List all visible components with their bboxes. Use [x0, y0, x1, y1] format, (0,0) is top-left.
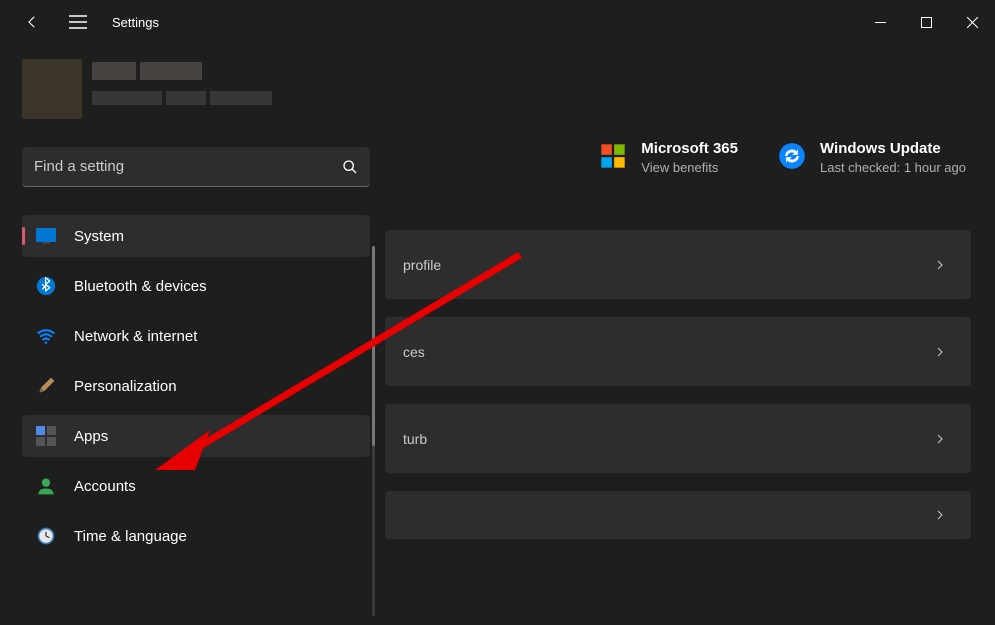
sidebar-item-label: Bluetooth & devices — [74, 278, 207, 295]
search-input[interactable] — [34, 158, 342, 175]
user-info — [22, 59, 252, 119]
menu-button[interactable] — [66, 10, 90, 34]
setting-row-label: turb — [403, 431, 934, 447]
minimize-icon — [875, 17, 886, 28]
user-email — [92, 91, 272, 105]
sidebar: System Bluetooth & devices Network & int… — [22, 215, 370, 557]
content-area: Microsoft 365 View benefits Windows Upda… — [385, 140, 971, 557]
setting-row[interactable]: profile — [385, 230, 971, 299]
wifi-icon — [36, 326, 56, 346]
scrollbar-thumb[interactable] — [372, 246, 375, 446]
chevron-right-icon — [934, 346, 946, 358]
sidebar-item-network[interactable]: Network & internet — [22, 315, 370, 357]
search-container[interactable] — [22, 147, 370, 187]
sidebar-item-label: System — [74, 228, 124, 245]
back-arrow-icon — [23, 13, 41, 31]
paintbrush-icon — [36, 376, 56, 396]
maximize-icon — [921, 17, 932, 28]
user-avatar — [22, 59, 82, 119]
card-subtitle: View benefits — [641, 160, 738, 175]
hamburger-icon — [69, 15, 87, 29]
card-text: Windows Update Last checked: 1 hour ago — [820, 140, 966, 175]
sidebar-item-label: Apps — [74, 428, 108, 445]
windows-update-card[interactable]: Windows Update Last checked: 1 hour ago — [778, 140, 966, 175]
accounts-icon — [36, 476, 56, 496]
maximize-button[interactable] — [903, 0, 949, 44]
user-name — [92, 62, 202, 80]
setting-row[interactable] — [385, 491, 971, 539]
setting-row[interactable]: turb — [385, 404, 971, 473]
setting-row-label: profile — [403, 257, 934, 273]
back-button[interactable] — [20, 10, 44, 34]
setting-row[interactable]: ces — [385, 317, 971, 386]
chevron-right-icon — [934, 433, 946, 445]
close-icon — [967, 17, 978, 28]
titlebar: Settings — [0, 0, 995, 44]
sidebar-scrollbar[interactable] — [372, 246, 375, 616]
window-controls — [857, 0, 995, 44]
card-text: Microsoft 365 View benefits — [641, 140, 738, 175]
sidebar-item-personalization[interactable]: Personalization — [22, 365, 370, 407]
titlebar-left: Settings — [20, 10, 857, 34]
sidebar-item-bluetooth[interactable]: Bluetooth & devices — [22, 265, 370, 307]
sidebar-item-label: Network & internet — [74, 328, 197, 345]
update-icon — [778, 142, 806, 170]
ms365-card[interactable]: Microsoft 365 View benefits — [599, 140, 738, 175]
bluetooth-icon — [36, 276, 56, 296]
sidebar-item-system[interactable]: System — [22, 215, 370, 257]
chevron-right-icon — [934, 509, 946, 521]
minimize-button[interactable] — [857, 0, 903, 44]
chevron-right-icon — [934, 259, 946, 271]
status-cards: Microsoft 365 View benefits Windows Upda… — [385, 140, 971, 175]
sidebar-item-accounts[interactable]: Accounts — [22, 465, 370, 507]
card-subtitle: Last checked: 1 hour ago — [820, 160, 966, 175]
system-icon — [36, 226, 56, 246]
sidebar-item-label: Time & language — [74, 528, 187, 545]
card-title: Windows Update — [820, 140, 966, 157]
close-button[interactable] — [949, 0, 995, 44]
sidebar-item-time-language[interactable]: Time & language — [22, 515, 370, 557]
sidebar-item-label: Accounts — [74, 478, 136, 495]
setting-row-label: ces — [403, 344, 934, 360]
sidebar-item-apps[interactable]: Apps — [22, 415, 370, 457]
app-title: Settings — [112, 15, 159, 30]
apps-icon — [36, 426, 56, 446]
clock-icon — [36, 526, 56, 546]
card-title: Microsoft 365 — [641, 140, 738, 157]
ms365-icon — [599, 142, 627, 170]
search-icon — [342, 159, 358, 175]
sidebar-item-label: Personalization — [74, 378, 177, 395]
